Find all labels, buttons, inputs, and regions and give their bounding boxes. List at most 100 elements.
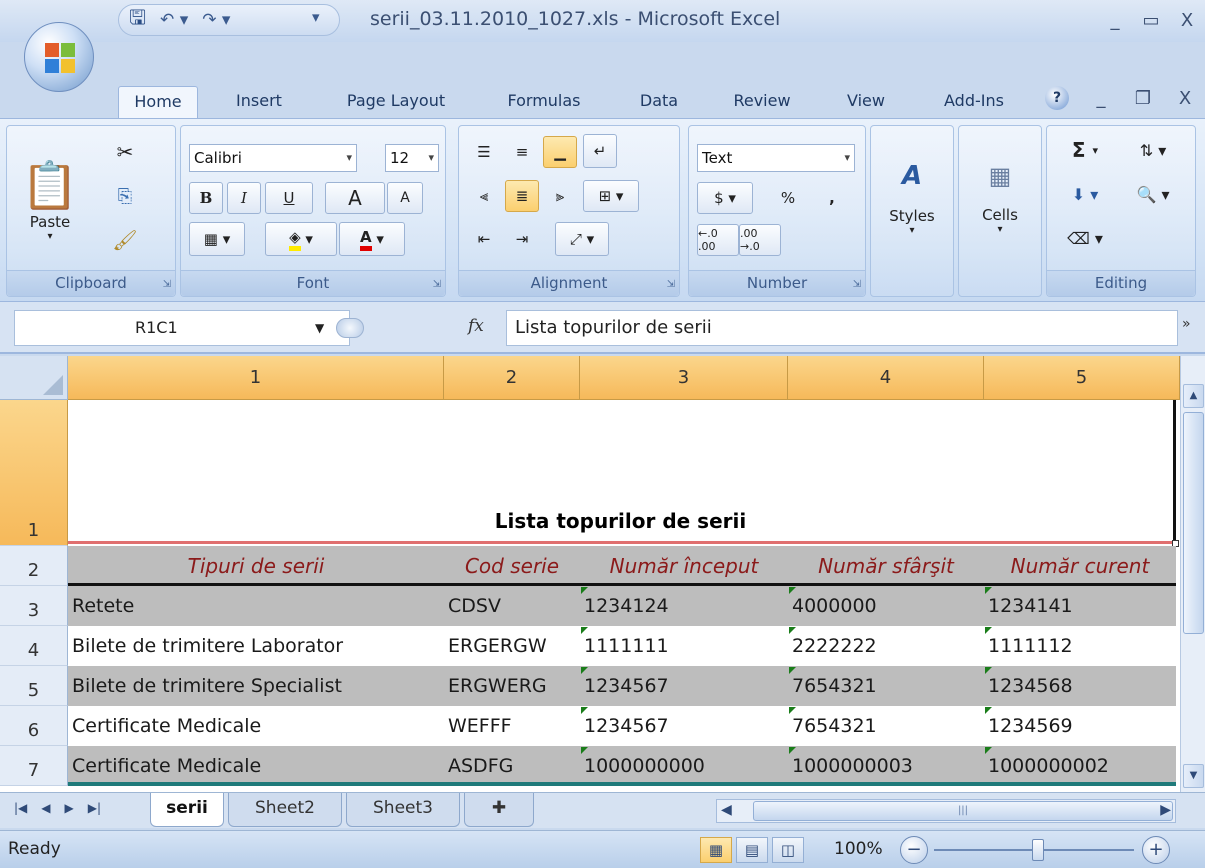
office-button[interactable]: [24, 22, 94, 92]
table-header-cell[interactable]: Număr curent: [984, 546, 1176, 586]
table-cell[interactable]: Bilete de trimitere Specialist: [68, 666, 444, 706]
table-cell[interactable]: 1234567: [580, 666, 788, 706]
vertical-scroll-thumb[interactable]: [1183, 412, 1204, 634]
sheet-tab-sheet2[interactable]: Sheet2: [228, 793, 342, 827]
tab-view[interactable]: View: [830, 86, 902, 118]
column-header[interactable]: 2: [444, 356, 580, 400]
tab-review[interactable]: Review: [716, 86, 808, 118]
table-cell[interactable]: 1000000002: [984, 746, 1176, 786]
table-cell[interactable]: 7654321: [788, 666, 984, 706]
cells-button[interactable]: ▦ Cells ▾: [965, 134, 1035, 262]
fill-icon[interactable]: ⬇ ▾: [1057, 178, 1113, 210]
first-sheet-icon[interactable]: |◀: [14, 801, 27, 815]
zoom-slider-thumb[interactable]: [1032, 839, 1044, 861]
horizontal-scrollbar[interactable]: ◀ ||| ▶: [716, 799, 1176, 823]
table-header-cell[interactable]: Tipuri de serii: [68, 546, 444, 586]
table-cell[interactable]: ERGWERG: [444, 666, 580, 706]
selected-cell[interactable]: Lista topurilor de serii: [68, 400, 1176, 544]
align-top-icon[interactable]: ☰: [467, 136, 501, 168]
page-break-view-icon[interactable]: ◫: [772, 837, 804, 863]
horizontal-scroll-thumb[interactable]: |||: [753, 801, 1173, 821]
zoom-level[interactable]: 100%: [834, 839, 883, 859]
table-cell[interactable]: Certificate Medicale: [68, 746, 444, 786]
table-cell[interactable]: Retete: [68, 586, 444, 626]
italic-button[interactable]: I: [227, 182, 261, 214]
workbook-minimize-button[interactable]: _: [1080, 84, 1122, 114]
insert-function-icon[interactable]: fx: [468, 316, 484, 336]
cut-icon[interactable]: ✂: [107, 136, 143, 168]
font-size-select[interactable]: 12 ▾: [385, 144, 439, 172]
zoom-out-icon[interactable]: −: [900, 836, 928, 864]
row-header[interactable]: 4: [0, 626, 68, 666]
zoom-in-icon[interactable]: +: [1142, 836, 1170, 864]
grow-font-button[interactable]: A: [325, 182, 385, 214]
column-header[interactable]: 4: [788, 356, 984, 400]
close-button[interactable]: X: [1169, 0, 1205, 42]
table-cell[interactable]: WEFFF: [444, 706, 580, 746]
formula-input[interactable]: Lista topurilor de serii: [506, 310, 1178, 346]
table-cell[interactable]: 1234568: [984, 666, 1176, 706]
row-header[interactable]: 1: [0, 400, 68, 546]
tab-page-layout[interactable]: Page Layout: [326, 86, 466, 118]
sheet-tab-serii[interactable]: serii: [150, 793, 224, 827]
shrink-font-button[interactable]: A: [387, 182, 423, 214]
row-header[interactable]: 7: [0, 746, 68, 786]
comma-button[interactable]: ,: [815, 182, 849, 214]
autosum-button[interactable]: Σ ▾: [1057, 134, 1113, 166]
workbook-close-button[interactable]: X: [1164, 84, 1205, 114]
next-sheet-icon[interactable]: ▶: [65, 801, 74, 815]
undo-icon[interactable]: ↶ ▾: [160, 10, 188, 30]
name-box-resize-handle[interactable]: [336, 318, 364, 338]
tab-data[interactable]: Data: [624, 86, 694, 118]
select-all-button[interactable]: [0, 356, 68, 400]
table-cell[interactable]: 1111112: [984, 626, 1176, 666]
column-header[interactable]: 5: [984, 356, 1180, 400]
table-cell[interactable]: 1111111: [580, 626, 788, 666]
minimize-button[interactable]: _: [1097, 0, 1133, 42]
fill-color-icon[interactable]: ◈ ▾: [265, 222, 337, 256]
table-header-cell[interactable]: Număr sfârşit: [788, 546, 984, 586]
underline-button[interactable]: U: [265, 182, 313, 214]
row-header[interactable]: 2: [0, 546, 68, 586]
merge-center-icon[interactable]: ⊞ ▾: [583, 180, 639, 212]
wrap-text-icon[interactable]: ↵: [583, 134, 617, 168]
customize-qat-icon[interactable]: ▾: [312, 8, 320, 26]
row-header[interactable]: 5: [0, 666, 68, 706]
currency-button[interactable]: $ ▾: [697, 182, 753, 214]
scroll-left-icon[interactable]: ◀: [721, 802, 732, 818]
table-cell[interactable]: 1000000000: [580, 746, 788, 786]
dialog-launcher-icon[interactable]: ⇲: [667, 279, 675, 290]
expand-formula-bar-icon[interactable]: »: [1182, 316, 1191, 332]
tab-formulas[interactable]: Formulas: [488, 86, 600, 118]
align-left-icon[interactable]: ⫷: [467, 180, 501, 212]
table-cell[interactable]: 1234567: [580, 706, 788, 746]
tab-insert[interactable]: Insert: [214, 86, 304, 118]
copy-icon[interactable]: ⎘: [107, 180, 143, 212]
sheet-tab-sheet3[interactable]: Sheet3: [346, 793, 460, 827]
dialog-launcher-icon[interactable]: ⇲: [163, 279, 171, 290]
last-sheet-icon[interactable]: ▶|: [88, 801, 101, 815]
help-icon[interactable]: ?: [1045, 86, 1069, 110]
tab-home[interactable]: Home: [118, 86, 198, 118]
font-color-icon[interactable]: A ▾: [339, 222, 405, 256]
align-center-icon[interactable]: ≣: [505, 180, 539, 212]
format-painter-icon[interactable]: 🖌: [107, 224, 143, 256]
table-cell[interactable]: 4000000: [788, 586, 984, 626]
dialog-launcher-icon[interactable]: ⇲: [853, 279, 861, 290]
prev-sheet-icon[interactable]: ◀: [41, 801, 50, 815]
align-middle-icon[interactable]: ≡: [505, 136, 539, 168]
table-cell[interactable]: 1234141: [984, 586, 1176, 626]
scroll-down-icon[interactable]: ▼: [1183, 764, 1204, 788]
column-header[interactable]: 1: [68, 356, 444, 400]
decrease-decimal-button[interactable]: .00 →.0: [739, 224, 781, 256]
insert-sheet-icon[interactable]: ✚: [464, 793, 534, 827]
table-cell[interactable]: 1000000003: [788, 746, 984, 786]
clear-icon[interactable]: ⌫ ▾: [1057, 222, 1113, 254]
increase-decimal-button[interactable]: ←.0 .00: [697, 224, 739, 256]
row-header[interactable]: 3: [0, 586, 68, 626]
workbook-restore-button[interactable]: ❐: [1122, 84, 1164, 114]
column-header[interactable]: 3: [580, 356, 788, 400]
sort-filter-icon[interactable]: ⇅ ▾: [1123, 134, 1183, 166]
table-cell[interactable]: ERGERGW: [444, 626, 580, 666]
table-header-cell[interactable]: Cod serie: [444, 546, 580, 586]
